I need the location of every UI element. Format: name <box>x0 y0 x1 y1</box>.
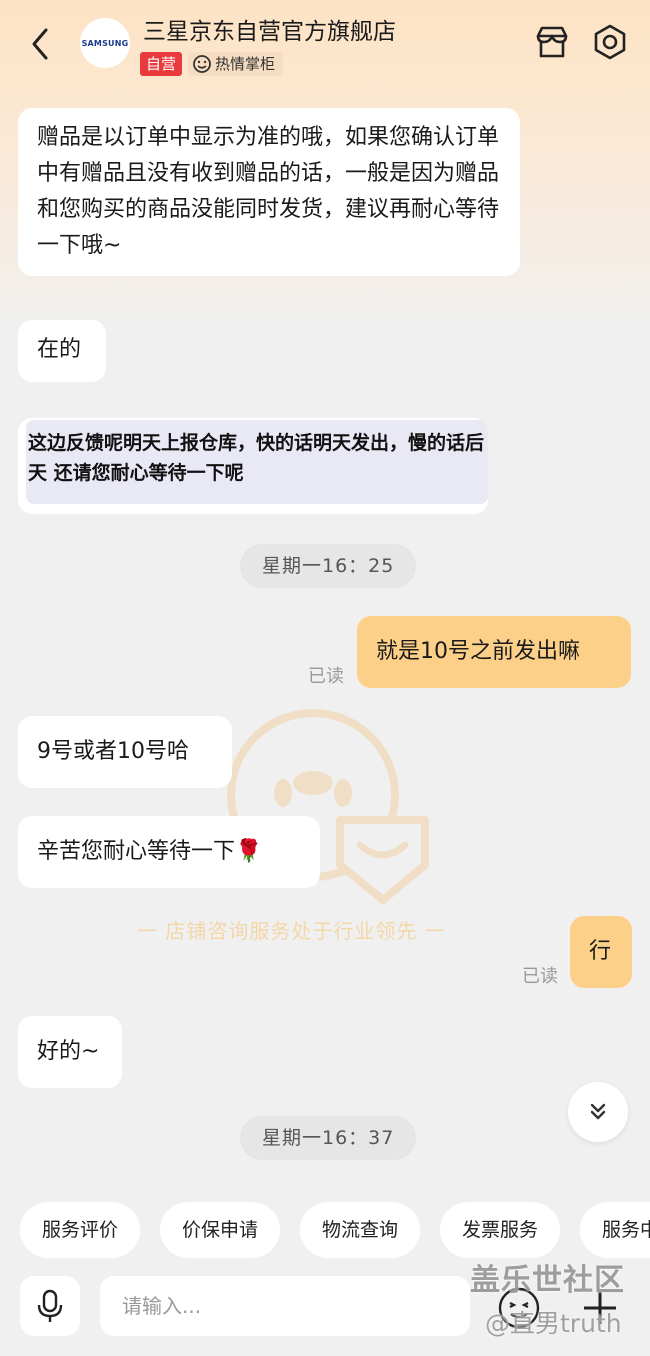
message-bubble-shop[interactable]: 辛苦您耐心等待一下🌹 <box>18 816 320 888</box>
voice-input-button[interactable] <box>20 1276 80 1336</box>
read-status: 已读 <box>522 966 558 987</box>
store-button[interactable] <box>532 22 572 62</box>
message-bubble-shop[interactable]: 9号或者10号哈 <box>18 716 232 788</box>
shop-name[interactable]: 三星京东自营官方旗舰店 <box>143 12 396 46</box>
message-text: 在的 <box>37 337 82 362</box>
gear-icon <box>594 24 626 60</box>
host-badge: 热情掌柜 <box>188 52 284 76</box>
chat-header: SAMSUNG 三星京东自营官方旗舰店 自营 热情掌柜 <box>0 0 650 90</box>
self-operated-badge: 自营 <box>140 52 183 76</box>
user-watermark: @直男truth <box>485 1309 622 1338</box>
message-input[interactable] <box>100 1276 470 1336</box>
service-slogan-watermark: 一 店铺咨询服务处于行业领先 一 <box>137 919 446 943</box>
double-chevron-down-icon <box>590 1103 606 1120</box>
timestamp-divider: 星期一16：25 <box>240 544 417 588</box>
quick-reply-price-protection[interactable]: 价保申请 <box>160 1202 281 1258</box>
quick-reply-service-center[interactable]: 服务中 <box>580 1202 650 1258</box>
quick-reply-logistics[interactable]: 物流查询 <box>300 1202 421 1258</box>
chevron-left-icon <box>32 28 48 60</box>
message-bubble-shop[interactable]: 好的~ <box>18 1016 122 1088</box>
message-text: 行 <box>589 939 612 964</box>
message-text: 9号或者10号哈 <box>37 739 189 764</box>
settings-button[interactable] <box>590 22 630 62</box>
image-text: 这边反馈呢明天上报仓库，快的话明天发出，慢的话后天 还请您耐心等待一下呢 <box>26 420 488 504</box>
host-badge-label: 热情掌柜 <box>215 55 276 73</box>
message-image-shop[interactable]: 这边反馈呢明天上报仓库，快的话明天发出，慢的话后天 还请您耐心等待一下呢 <box>18 418 488 514</box>
scroll-to-bottom-button[interactable] <box>568 1082 628 1142</box>
read-status: 已读 <box>308 666 344 687</box>
back-button[interactable] <box>22 22 62 66</box>
message-bubble-me[interactable]: 就是10号之前发出嘛 <box>357 616 631 688</box>
microphone-icon <box>37 1289 63 1322</box>
smile-face-icon <box>193 55 211 73</box>
avatar-logo-text: SAMSUNG <box>81 38 129 48</box>
message-bubble-shop[interactable]: 赠品是以订单中显示为准的哦，如果您确认订单中有赠品且没有收到赠品的话，一般是因为… <box>18 108 520 276</box>
message-bubble-shop[interactable]: 在的 <box>18 320 106 382</box>
shop-avatar[interactable]: SAMSUNG <box>80 18 130 68</box>
quick-reply-service-review[interactable]: 服务评价 <box>20 1202 141 1258</box>
message-text: 辛苦您耐心等待一下🌹 <box>37 839 263 864</box>
message-text: 赠品是以订单中显示为准的哦，如果您确认订单中有赠品且没有收到赠品的话，一般是因为… <box>37 125 500 258</box>
store-icon <box>536 26 568 58</box>
timestamp-divider: 星期一16：37 <box>240 1116 417 1160</box>
message-bubble-me[interactable]: 行 <box>570 916 632 988</box>
site-watermark: 盖乐世社区 <box>470 1263 625 1298</box>
message-text: 就是10号之前发出嘛 <box>376 639 580 664</box>
quick-reply-bar: 服务评价 价保申请 物流查询 发票服务 服务中 <box>20 1202 650 1258</box>
message-text: 好的~ <box>37 1039 100 1064</box>
quick-reply-invoice[interactable]: 发票服务 <box>440 1202 561 1258</box>
